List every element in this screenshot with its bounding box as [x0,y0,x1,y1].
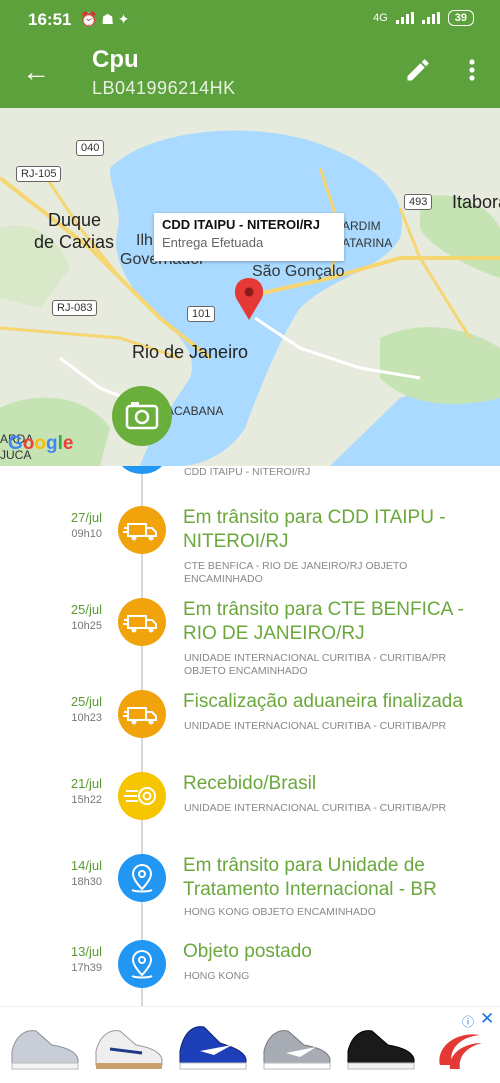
event-title: Em trânsito para CTE BENFICA - RIO DE JA… [183,599,464,644]
map-info-window[interactable]: CDD ITAIPU - NITEROI/RJ Entrega Efetuada [154,213,344,261]
event-description: UNIDADE INTERNACIONAL CURITIBA - CURITIB… [184,802,447,814]
event-date: 13/jul [70,944,102,959]
status-time: 16:51 [28,10,72,29]
google-logo: Google [8,433,74,454]
event-description: UNIDADE INTERNACIONAL CURITIBA - CURITIB… [184,652,447,677]
map-label-ilha: Ilh [136,232,153,249]
status-right: 4G 39 [373,10,474,26]
battery-icon: 39 [447,10,474,26]
signal-icon-2 [421,12,440,24]
camera-button[interactable] [112,386,172,446]
event-time: 10h23 [71,712,102,724]
road-shield-rj083: RJ-083 [52,300,98,316]
event-title: Em trânsito para CDD ITAIPU - NITEROI/RJ [183,507,446,552]
tracking-code: LB041996214HK [92,78,236,98]
road-shield-rj105: RJ-105 [16,166,62,182]
map-label-duque: Duque [48,210,102,230]
ad-banner[interactable]: ⓘ ✕ [0,1006,500,1083]
sneaker-ad-2[interactable] [90,1011,168,1079]
sneaker-ad-4[interactable] [258,1011,336,1079]
event-date: 25/jul [70,694,102,709]
status-notification-icons: ⏰ ☗ ✦ [80,11,130,27]
camera-icon [125,402,159,430]
sneaker-ad-5[interactable] [342,1011,420,1079]
map-label-sao-goncalo: São Gonçalo [252,263,345,280]
map-label-cabana: ACABANA [166,404,224,418]
event-title: Fiscalização aduaneira finalizada [183,691,463,712]
network-label: 4G [373,12,388,24]
road-shield-493: 493 [404,194,433,210]
received-icon [118,772,166,820]
tracking-timeline: CDD ITAIPU - NITEROI/RJ 27/jul 09h10 Em … [0,466,500,1006]
signal-icon [395,12,414,24]
event-title: Recebido/Brasil [183,773,317,794]
back-arrow-icon[interactable]: ← [22,58,50,86]
event-time: 17h39 [71,962,102,974]
event-title: Em trânsito para Unidade de Tratamento I… [183,855,437,900]
page-title: Cpu [92,46,139,73]
event-description: UNIDADE INTERNACIONAL CURITIBA - CURITIB… [184,720,447,732]
edit-pencil-icon[interactable] [404,56,432,84]
sneaker-ad-3[interactable] [174,1011,252,1079]
truck-icon [118,690,166,738]
event-time: 15h22 [71,794,102,806]
event-date: 21/jul [70,776,102,791]
event-time: 10h25 [71,620,102,632]
info-window-title: CDD ITAIPU - NITEROI/RJ [162,217,320,232]
more-vert-icon[interactable] [466,56,478,84]
map-label-itabora: Itabora [452,192,500,212]
partial-event-desc: CDD ITAIPU - NITEROI/RJ [184,466,311,478]
location-icon [118,940,166,988]
event-description: HONG KONG [184,970,250,982]
ad-brand-logo[interactable] [430,1025,486,1077]
event-title: Objeto postado [183,941,312,962]
ad-close-icon[interactable]: ✕ [480,1009,494,1029]
map-background [0,108,500,466]
truck-icon [118,506,166,554]
event-description: HONG KONG OBJETO ENCAMINHADO [184,906,376,918]
status-bar: 16:51 ⏰ ☗ ✦ 4G 39 [0,0,500,38]
event-time: 09h10 [71,528,102,540]
event-date: 14/jul [70,858,102,873]
truck-icon [118,598,166,646]
info-window-subtitle: Entrega Efetuada [162,235,264,250]
event-description: CTE BENFICA - RIO DE JANEIRO/RJ OBJETO E… [184,560,408,585]
road-shield-101: 101 [187,306,216,322]
event-time: 18h30 [71,876,102,888]
map-label-atarina: ATARINA [342,236,393,250]
app-bar: ← Cpu LB041996214HK [0,38,500,108]
event-date: 25/jul [70,602,102,617]
map-label-rio: Rio de Janeiro [132,342,249,362]
map-view[interactable]: Duque de Caxias Ilh Governador São Gonça… [0,108,500,466]
event-date: 27/jul [70,510,102,525]
location-icon [118,854,166,902]
sneaker-ad-1[interactable] [6,1011,84,1079]
map-label-ardim: ARDIM [342,219,381,233]
road-shield-040: 040 [76,140,105,156]
ad-info-icon[interactable]: ⓘ [462,1013,474,1030]
partial-event-icon [118,466,166,474]
map-label-caxias: de Caxias [34,232,115,252]
